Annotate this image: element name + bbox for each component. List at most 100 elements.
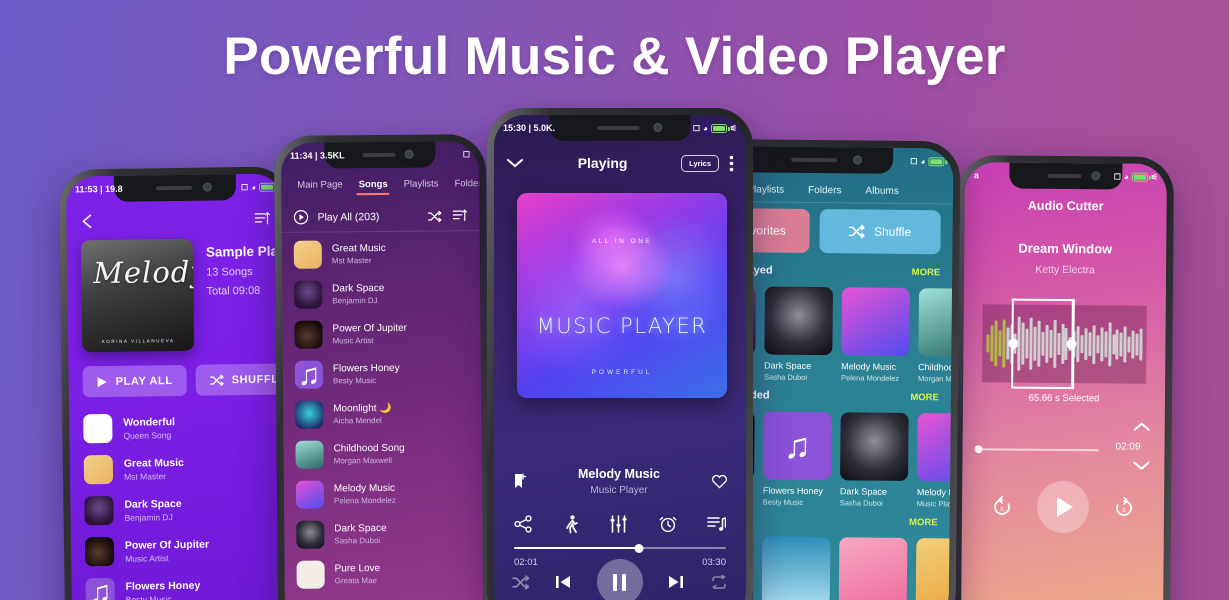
overflow-menu-icon[interactable] bbox=[729, 155, 734, 172]
wifi-icon: ◕ bbox=[251, 182, 257, 192]
seek-handle[interactable] bbox=[634, 543, 644, 553]
waveform-bar bbox=[998, 330, 1002, 357]
waveform-bar bbox=[1111, 334, 1116, 355]
album-card[interactable]: Melody Music Pelena Mondelez bbox=[841, 287, 911, 383]
shuffle-icon[interactable] bbox=[512, 574, 529, 590]
repeat-icon[interactable] bbox=[710, 574, 728, 590]
next-icon[interactable] bbox=[666, 573, 686, 591]
album-artist: Besty Music bbox=[762, 497, 804, 507]
status-icons: ☐ ◕ bbox=[910, 157, 945, 166]
sort-icon[interactable] bbox=[452, 208, 468, 223]
song-title: Wonderful bbox=[123, 415, 176, 429]
album-thumbnail: ♫ bbox=[294, 360, 324, 389]
more-link[interactable]: MORE bbox=[910, 392, 939, 403]
chevron-down-icon[interactable] bbox=[1132, 460, 1150, 471]
list-item[interactable]: Dark Space Benjamin DJ bbox=[70, 487, 289, 531]
tab-folders[interactable]: Folders bbox=[796, 179, 854, 203]
list-item-text: Power Of Jupiter Music Artist bbox=[332, 323, 407, 346]
pause-button[interactable] bbox=[596, 559, 643, 600]
list-item-text: Power Of Jupiter Music Artist bbox=[125, 538, 209, 563]
page-title: Powerful Music & Video Player bbox=[223, 27, 1006, 86]
list-item[interactable]: Melody Music Pelena Mondelez bbox=[284, 473, 482, 515]
list-item-text: Great Music Mst Master bbox=[124, 456, 184, 481]
album-card[interactable]: Love Story bbox=[838, 537, 908, 600]
back-icon[interactable] bbox=[80, 213, 93, 229]
album-card[interactable]: Melody Music Music Player bbox=[917, 413, 954, 509]
cutter-progress-handle[interactable] bbox=[974, 445, 983, 454]
selection-handle-left[interactable] bbox=[1008, 338, 1019, 349]
sort-icon[interactable] bbox=[254, 211, 271, 227]
list-item[interactable]: Dark Space Sasha Duboi bbox=[284, 513, 482, 555]
list-item[interactable]: ♫ Flowers Honey Besty Music bbox=[283, 353, 481, 395]
music-note-icon: ♫ bbox=[297, 360, 321, 389]
album-card[interactable]: Window bbox=[761, 536, 831, 600]
list-item[interactable]: ♫ Flowers Honey Besty Music bbox=[71, 569, 290, 600]
waveform-bar bbox=[1135, 333, 1139, 356]
waveform-bar bbox=[1103, 331, 1108, 358]
waveform-bar bbox=[1123, 326, 1127, 363]
chevron-up-icon[interactable] bbox=[1133, 422, 1151, 433]
more-link[interactable]: MORE bbox=[909, 517, 938, 528]
list-item[interactable]: Great Music Mst Master bbox=[70, 446, 289, 490]
forward-5-icon[interactable]: 5 bbox=[1113, 496, 1135, 518]
tab-playlists[interactable]: Playlists bbox=[396, 173, 447, 194]
cutter-track-artist: Ketty Electra bbox=[1035, 263, 1095, 277]
share-icon[interactable] bbox=[514, 515, 533, 534]
shuffle-icon[interactable] bbox=[427, 210, 442, 222]
play-all-button[interactable]: PLAY ALL bbox=[82, 364, 187, 398]
list-item-text: Flowers Honey Besty Music bbox=[125, 579, 200, 600]
cutter-track-info: Dream Window Ketty Electra bbox=[964, 240, 1166, 277]
play-button[interactable] bbox=[1036, 480, 1090, 534]
queue-icon[interactable] bbox=[707, 515, 726, 534]
tab-albums[interactable]: Albums bbox=[853, 179, 911, 203]
equalizer-icon[interactable] bbox=[609, 515, 628, 534]
album-card[interactable]: Dark Space Sasha Duboi bbox=[840, 412, 909, 508]
song-title: Pure Love bbox=[334, 563, 381, 575]
tab-main-page[interactable]: Main Page bbox=[289, 174, 351, 196]
album-card[interactable]: Flow bbox=[915, 538, 954, 600]
list-item[interactable]: Power Of Jupiter Music Artist bbox=[71, 528, 290, 572]
list-item[interactable]: Dark Space Benjamin DJ bbox=[282, 273, 480, 315]
waveform-bar bbox=[1119, 332, 1123, 357]
list-item[interactable]: Moonlight 🌙 Aicha Mendel bbox=[283, 393, 481, 435]
favorite-icon[interactable] bbox=[711, 474, 728, 489]
seek-track[interactable] bbox=[514, 547, 726, 549]
album-artist: Pelena Mondelez bbox=[841, 373, 900, 383]
play-all-row[interactable]: Play All (203) bbox=[281, 201, 480, 233]
album-card[interactable]: Dark Space Sasha Duboi bbox=[764, 286, 834, 382]
list-item[interactable]: Power Of Jupiter Music Artist bbox=[282, 313, 480, 355]
list-item[interactable]: Pure Love Greata Mae bbox=[284, 553, 482, 595]
bookmark-add-icon[interactable] bbox=[512, 473, 527, 490]
phone-audio-cutter: a ☐ ◕ ⚟ Audio Cutter Dream Window Ketty … bbox=[953, 155, 1175, 600]
playing-topbar: Playing Lyrics bbox=[494, 145, 746, 181]
selection-region[interactable] bbox=[1008, 298, 1077, 390]
song-title: Great Music bbox=[331, 242, 386, 255]
playlist-song-list[interactable]: Wonderful Queen Song Great Music Mst Master… bbox=[69, 405, 290, 600]
album-thumbnail bbox=[83, 454, 114, 485]
bluetooth-icon: ⚟ bbox=[1150, 172, 1158, 182]
shuffle-button[interactable]: Shuffle bbox=[819, 209, 941, 255]
list-item[interactable]: Great Music Mst Master bbox=[282, 233, 480, 275]
collapse-icon[interactable] bbox=[506, 157, 524, 169]
status-time: a bbox=[973, 170, 979, 181]
album-card[interactable]: ♫ Flowers Honey Besty Music bbox=[763, 411, 832, 507]
album-card[interactable]: Childhood SongMorgan Maxwell bbox=[918, 288, 954, 384]
lyrics-button[interactable]: Lyrics bbox=[681, 154, 719, 172]
list-item[interactable]: Childhood Song Morgan Maxwell bbox=[283, 433, 481, 475]
previous-icon[interactable] bbox=[553, 573, 573, 591]
songs-list[interactable]: Great Music Mst Master Dark Space Benjamin … bbox=[282, 233, 483, 595]
battery-icon bbox=[258, 182, 276, 192]
timer-icon[interactable] bbox=[659, 515, 677, 534]
tab-folders[interactable]: Folders bbox=[446, 173, 483, 194]
more-link[interactable]: MORE bbox=[912, 267, 941, 278]
phone2-tabbar[interactable]: Main Page Songs Playlists Folders bbox=[281, 173, 483, 196]
walk-icon[interactable] bbox=[564, 515, 579, 534]
replay-5-icon[interactable]: 5 bbox=[991, 495, 1013, 517]
song-artist: Pelena Mondelez bbox=[333, 495, 396, 506]
cutter-progress-track[interactable] bbox=[974, 445, 1099, 454]
list-item[interactable]: Wonderful Queen Song bbox=[69, 405, 288, 449]
tab-songs[interactable]: Songs bbox=[351, 174, 396, 195]
playlist-cover: Melody KORINA VILLANUEVA bbox=[80, 238, 195, 353]
album-art-bottom-text: POWERFUL bbox=[591, 369, 653, 377]
list-item-text: Dark Space Benjamin DJ bbox=[124, 497, 182, 522]
